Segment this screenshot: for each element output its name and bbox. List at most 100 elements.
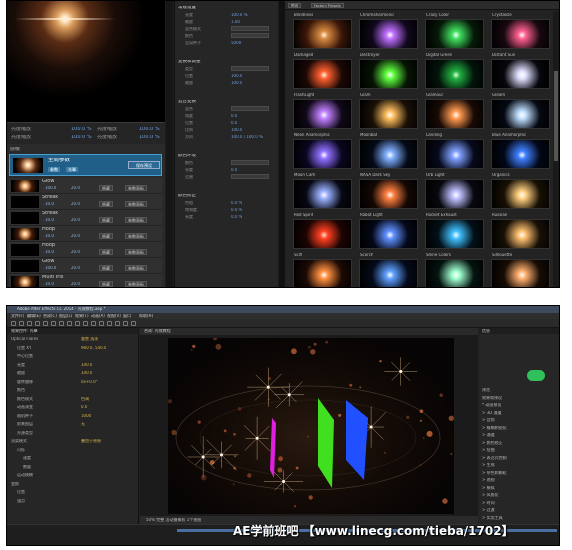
- hide-button[interactable]: 隐藏: [99, 249, 113, 255]
- layer-value[interactable]: 20.0: [71, 266, 80, 270]
- preset-item[interactable]: Orb Light: [425, 173, 486, 211]
- effect-property-row[interactable]: 运动模糊: [7, 473, 139, 479]
- preset-item[interactable]: Glamour: [425, 93, 486, 131]
- hide-button[interactable]: 隐藏: [99, 281, 113, 287]
- layer-value[interactable]: 20.0: [71, 186, 80, 190]
- preset-item[interactable]: Damaged: [293, 53, 354, 91]
- effect-controls-tab[interactable]: 效果控件: 光晕: [7, 328, 139, 334]
- tool-icon[interactable]: [123, 321, 128, 326]
- panel-list-item[interactable]: > 表达式控制: [482, 456, 507, 460]
- effect-property-row[interactable]: 位置: [7, 490, 139, 496]
- property-value[interactable]: 1000: [81, 414, 91, 418]
- menu-item[interactable]: 帮助(H): [139, 314, 153, 318]
- panel-list-item[interactable]: 预览: [482, 388, 490, 392]
- param-panel-button[interactable]: 参数面板: [125, 249, 147, 255]
- preset-item[interactable]: Red Spirit: [293, 213, 354, 251]
- effect-property-row[interactable]: 速度: [7, 456, 139, 462]
- layer-value[interactable]: 10.0: [45, 202, 54, 206]
- property-value[interactable]: 0.0: [231, 121, 237, 125]
- tool-icon[interactable]: [67, 321, 72, 326]
- param-panel-button[interactable]: 参数面板: [125, 201, 147, 207]
- property-value[interactable]: 100.0: [231, 128, 242, 132]
- tool-icon[interactable]: [59, 321, 64, 326]
- preset-item[interactable]: Robot Light: [359, 213, 420, 251]
- effect-property-row[interactable]: 锚点: [7, 499, 139, 505]
- property-value[interactable]: 0.0 %: [231, 201, 242, 205]
- section-title[interactable]: 常规设置: [178, 6, 196, 11]
- section-title[interactable]: 颜色环境: [178, 154, 196, 159]
- preset-item[interactable]: Silhouette: [491, 253, 552, 287]
- layer-row[interactable]: Glow 100.0 20.0 隐藏 参数面板: [9, 258, 162, 274]
- panel-list-item[interactable]: > 音频: [482, 418, 495, 422]
- layer-value[interactable]: 20.0: [71, 218, 80, 222]
- tool-icon[interactable]: [107, 321, 112, 326]
- layer-row[interactable]: Streak 10.0 20.0 隐藏 参数面板: [9, 210, 162, 226]
- preset-item[interactable]: Scorch: [359, 253, 420, 287]
- effect-property-row[interactable]: 前景图层 无: [7, 422, 139, 428]
- property-dropdown[interactable]: [231, 26, 269, 31]
- panel-list-item[interactable]: > 时间: [482, 501, 495, 505]
- property-dropdown[interactable]: [231, 174, 269, 179]
- tool-icon[interactable]: [27, 321, 32, 326]
- effect-property-row[interactable]: 渲染模式 叠加于原始: [7, 439, 139, 445]
- tool-icon[interactable]: [19, 321, 24, 326]
- tool-icon[interactable]: [75, 321, 80, 326]
- hide-button[interactable]: 隐藏: [99, 233, 113, 239]
- param-panel-button[interactable]: 参数面板: [125, 185, 147, 191]
- layer-value[interactable]: 100.0: [45, 266, 56, 270]
- menu-item[interactable]: 动画(A): [91, 314, 105, 318]
- section-title[interactable]: 混合变换: [178, 100, 196, 105]
- property-value[interactable]: 1.00: [231, 20, 240, 24]
- layer-value[interactable]: 20.0: [71, 234, 80, 238]
- preset-item[interactable]: FlashLight: [293, 93, 354, 131]
- effect-property-row[interactable]: 光源类型: [7, 431, 139, 437]
- property-value[interactable]: 重置 选项: [81, 337, 98, 341]
- preset-tab[interactable]: 预设: [288, 3, 301, 8]
- property-value[interactable]: 0x+0.0°: [81, 380, 98, 384]
- property-value[interactable]: 0.0: [231, 168, 237, 172]
- panel-list-item[interactable]: > 扭曲: [482, 448, 495, 452]
- property-value[interactable]: 无: [81, 422, 85, 426]
- preset-item[interactable]: Chromaharmonic: [359, 13, 420, 51]
- effect-property-row[interactable]: 中心位置: [7, 354, 139, 360]
- preset-item[interactable]: Digital Green: [425, 53, 486, 91]
- layer-value[interactable]: 20.0: [71, 282, 80, 286]
- menu-item[interactable]: 图层(L): [59, 314, 72, 318]
- effect-property-row[interactable]: 颜色模式 色调: [7, 397, 139, 403]
- tool-icon[interactable]: [99, 321, 104, 326]
- panel-list-item[interactable]: > 颜色校正: [482, 441, 503, 445]
- layer-value[interactable]: 10.0: [45, 282, 54, 286]
- preset-item[interactable]: Moon Cam: [293, 173, 354, 211]
- layer-row[interactable]: Multi Iris 10.0 20.0 隐藏 参数面板: [9, 274, 162, 287]
- property-dropdown[interactable]: [231, 106, 269, 111]
- preset-item[interactable]: Gleam: [491, 93, 552, 131]
- layer-value[interactable]: 100.0: [45, 186, 56, 190]
- menu-item[interactable]: 合成(C): [43, 314, 57, 318]
- tool-icon[interactable]: [35, 321, 40, 326]
- effect-property-row[interactable]: 闪烁: [7, 448, 139, 454]
- flare-preview-canvas[interactable]: [7, 1, 165, 122]
- effect-property-row[interactable]: 颜色: [7, 388, 139, 394]
- effect-property-row[interactable]: 随机种子 1000: [7, 414, 139, 420]
- panel-list-item[interactable]: 效果和预设: [482, 396, 502, 400]
- param-value[interactable]: 100.0 %: [71, 127, 92, 132]
- effect-property-row[interactable]: 旋转偏移 0x+0.0°: [7, 380, 139, 386]
- panel-list-item[interactable]: > 模糊和锐化: [482, 426, 507, 430]
- preset-item[interactable]: Blue Anamorphic: [491, 133, 552, 171]
- preset-item[interactable]: Russian: [491, 213, 552, 251]
- layer-row[interactable]: Streak 10.0 20.0 隐藏 参数面板: [9, 194, 162, 210]
- section-title[interactable]: 变换和调整: [178, 60, 201, 65]
- effect-property-row[interactable]: 数量: [7, 465, 139, 471]
- panel-list-item[interactable]: > 3D 通道: [482, 411, 502, 415]
- preset-item[interactable]: Distant Sun: [491, 53, 552, 91]
- hide-button[interactable]: 隐藏: [99, 265, 113, 271]
- preset-item[interactable]: NASA Dark Sky: [359, 173, 420, 211]
- preset-scrollbar[interactable]: [553, 11, 559, 287]
- preset-item[interactable]: Destroyer: [359, 53, 420, 91]
- layers-scrollbar[interactable]: [166, 1, 173, 287]
- preset-item[interactable]: Organics: [491, 173, 552, 211]
- menu-item[interactable]: 编辑(E): [27, 314, 41, 318]
- property-value[interactable]: 100.0 %: [231, 13, 248, 17]
- panel-list-item[interactable]: > 实用工具: [482, 516, 503, 520]
- tool-icon[interactable]: [43, 321, 48, 326]
